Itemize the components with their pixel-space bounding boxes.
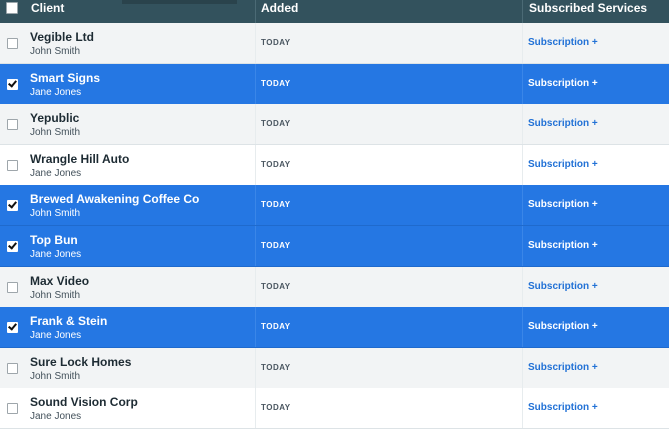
- column-separator: [255, 104, 256, 145]
- row-checkbox[interactable]: [7, 199, 18, 212]
- column-separator: [522, 226, 523, 266]
- client-name[interactable]: Sound Vision Corp: [30, 395, 138, 409]
- table-row[interactable]: Smart Signs Jane Jones TODAY Subscription +: [0, 63, 669, 105]
- column-separator: [522, 144, 523, 185]
- table-row[interactable]: Brewed Awakening Coffee Co John Smith TODA…: [0, 185, 669, 227]
- table-row[interactable]: Wrangle Hill Auto Jane Jones TODAY Subscrip…: [0, 144, 669, 186]
- column-separator: [522, 185, 523, 226]
- column-separator: [255, 23, 256, 63]
- row-checkbox[interactable]: [7, 362, 18, 374]
- added-date: TODAY: [261, 362, 291, 372]
- column-separator: [255, 63, 256, 104]
- added-date: TODAY: [261, 159, 291, 169]
- table-row[interactable]: Sound Vision Corp Jane Jones TODAY Subscrip…: [0, 388, 669, 429]
- column-separator: [522, 63, 523, 104]
- client-name[interactable]: Smart Signs: [30, 71, 100, 85]
- client-name[interactable]: Sure Lock Homes: [30, 355, 131, 369]
- column-separator: [522, 104, 523, 145]
- subscription-link[interactable]: Subscription +: [528, 199, 598, 211]
- checkbox-box[interactable]: [6, 2, 18, 14]
- subscription-link[interactable]: Subscription +: [528, 37, 598, 49]
- check-icon: [8, 77, 17, 88]
- client-name[interactable]: Frank & Stein: [30, 314, 107, 328]
- check-icon: [8, 321, 17, 331]
- client-owner: John Smith: [30, 208, 81, 220]
- added-date: TODAY: [261, 200, 291, 210]
- client-owner: John Smith: [30, 289, 81, 301]
- row-checkbox[interactable]: [7, 281, 18, 293]
- header-subscribed-services[interactable]: Subscribed Services: [529, 1, 647, 15]
- table-row[interactable]: Top Bun Jane Jones TODAY Subscription +: [0, 226, 669, 267]
- client-owner: John Smith: [30, 46, 81, 57]
- subscription-link[interactable]: Subscription +: [528, 281, 598, 293]
- column-separator: [522, 266, 523, 307]
- column-separator: [522, 388, 523, 429]
- client-name[interactable]: Yepublic: [30, 111, 79, 125]
- client-name[interactable]: Wrangle Hill Auto: [30, 152, 129, 166]
- table-header: Client Added Subscribed Services: [0, 0, 669, 23]
- check-icon: [8, 199, 17, 210]
- column-separator: [522, 23, 523, 63]
- row-checkbox[interactable]: [7, 119, 18, 131]
- subscription-link[interactable]: Subscription +: [528, 78, 598, 90]
- header-tooltip-edge: [122, 0, 237, 4]
- clients-table: Client Added Subscribed Services Vegible…: [0, 0, 669, 429]
- client-owner: Jane Jones: [30, 86, 82, 98]
- row-checkbox[interactable]: [7, 77, 18, 90]
- client-name[interactable]: Max Video: [30, 274, 89, 288]
- column-separator: [255, 226, 256, 266]
- added-date: TODAY: [261, 78, 291, 88]
- table-row[interactable]: Sure Lock Homes John Smith TODAY Subscripti…: [0, 347, 669, 389]
- header-separator: [522, 0, 523, 23]
- column-separator: [522, 347, 523, 388]
- subscription-link[interactable]: Subscription +: [528, 118, 598, 130]
- client-owner: Jane Jones: [30, 249, 82, 260]
- row-checkbox[interactable]: [7, 403, 18, 415]
- column-separator: [255, 347, 256, 388]
- client-owner: Jane Jones: [30, 167, 82, 179]
- column-separator: [522, 307, 523, 348]
- subscription-link[interactable]: Subscription +: [528, 321, 598, 333]
- table-row[interactable]: Yepublic John Smith TODAY Subscription +: [0, 104, 669, 146]
- row-checkbox[interactable]: [7, 38, 18, 49]
- header-separator: [255, 0, 256, 23]
- subscription-link[interactable]: Subscription +: [528, 402, 598, 414]
- added-date: TODAY: [261, 281, 291, 291]
- client-owner: Jane Jones: [30, 330, 82, 342]
- table-row[interactable]: Frank & Stein Jane Jones TODAY Subscription…: [0, 307, 669, 349]
- header-added[interactable]: Added: [261, 1, 298, 15]
- client-owner: John Smith: [30, 370, 81, 382]
- column-separator: [255, 185, 256, 226]
- row-checkbox[interactable]: [7, 240, 18, 252]
- header-client[interactable]: Client: [31, 1, 64, 15]
- subscription-link[interactable]: Subscription +: [528, 159, 598, 171]
- added-date: TODAY: [261, 403, 291, 413]
- column-separator: [255, 388, 256, 429]
- client-name[interactable]: Top Bun: [30, 233, 78, 247]
- table-row[interactable]: Vegible Ltd John Smith TODAY Subscription +: [0, 23, 669, 64]
- client-owner: John Smith: [30, 127, 81, 139]
- check-icon: [8, 240, 17, 250]
- column-separator: [255, 266, 256, 307]
- subscription-link[interactable]: Subscription +: [528, 240, 598, 252]
- added-date: TODAY: [261, 38, 291, 47]
- added-date: TODAY: [261, 322, 291, 332]
- table-row[interactable]: Max Video John Smith TODAY Subscription +: [0, 266, 669, 308]
- subscription-link[interactable]: Subscription +: [528, 362, 598, 374]
- row-checkbox[interactable]: [7, 159, 18, 171]
- select-all-checkbox[interactable]: [0, 0, 25, 23]
- client-name[interactable]: Vegible Ltd: [30, 30, 94, 44]
- row-checkbox[interactable]: [7, 321, 18, 334]
- column-separator: [255, 307, 256, 348]
- added-date: TODAY: [261, 119, 291, 129]
- client-name[interactable]: Brewed Awakening Coffee Co: [30, 192, 199, 206]
- column-separator: [255, 144, 256, 185]
- added-date: TODAY: [261, 241, 291, 250]
- client-owner: Jane Jones: [30, 411, 82, 423]
